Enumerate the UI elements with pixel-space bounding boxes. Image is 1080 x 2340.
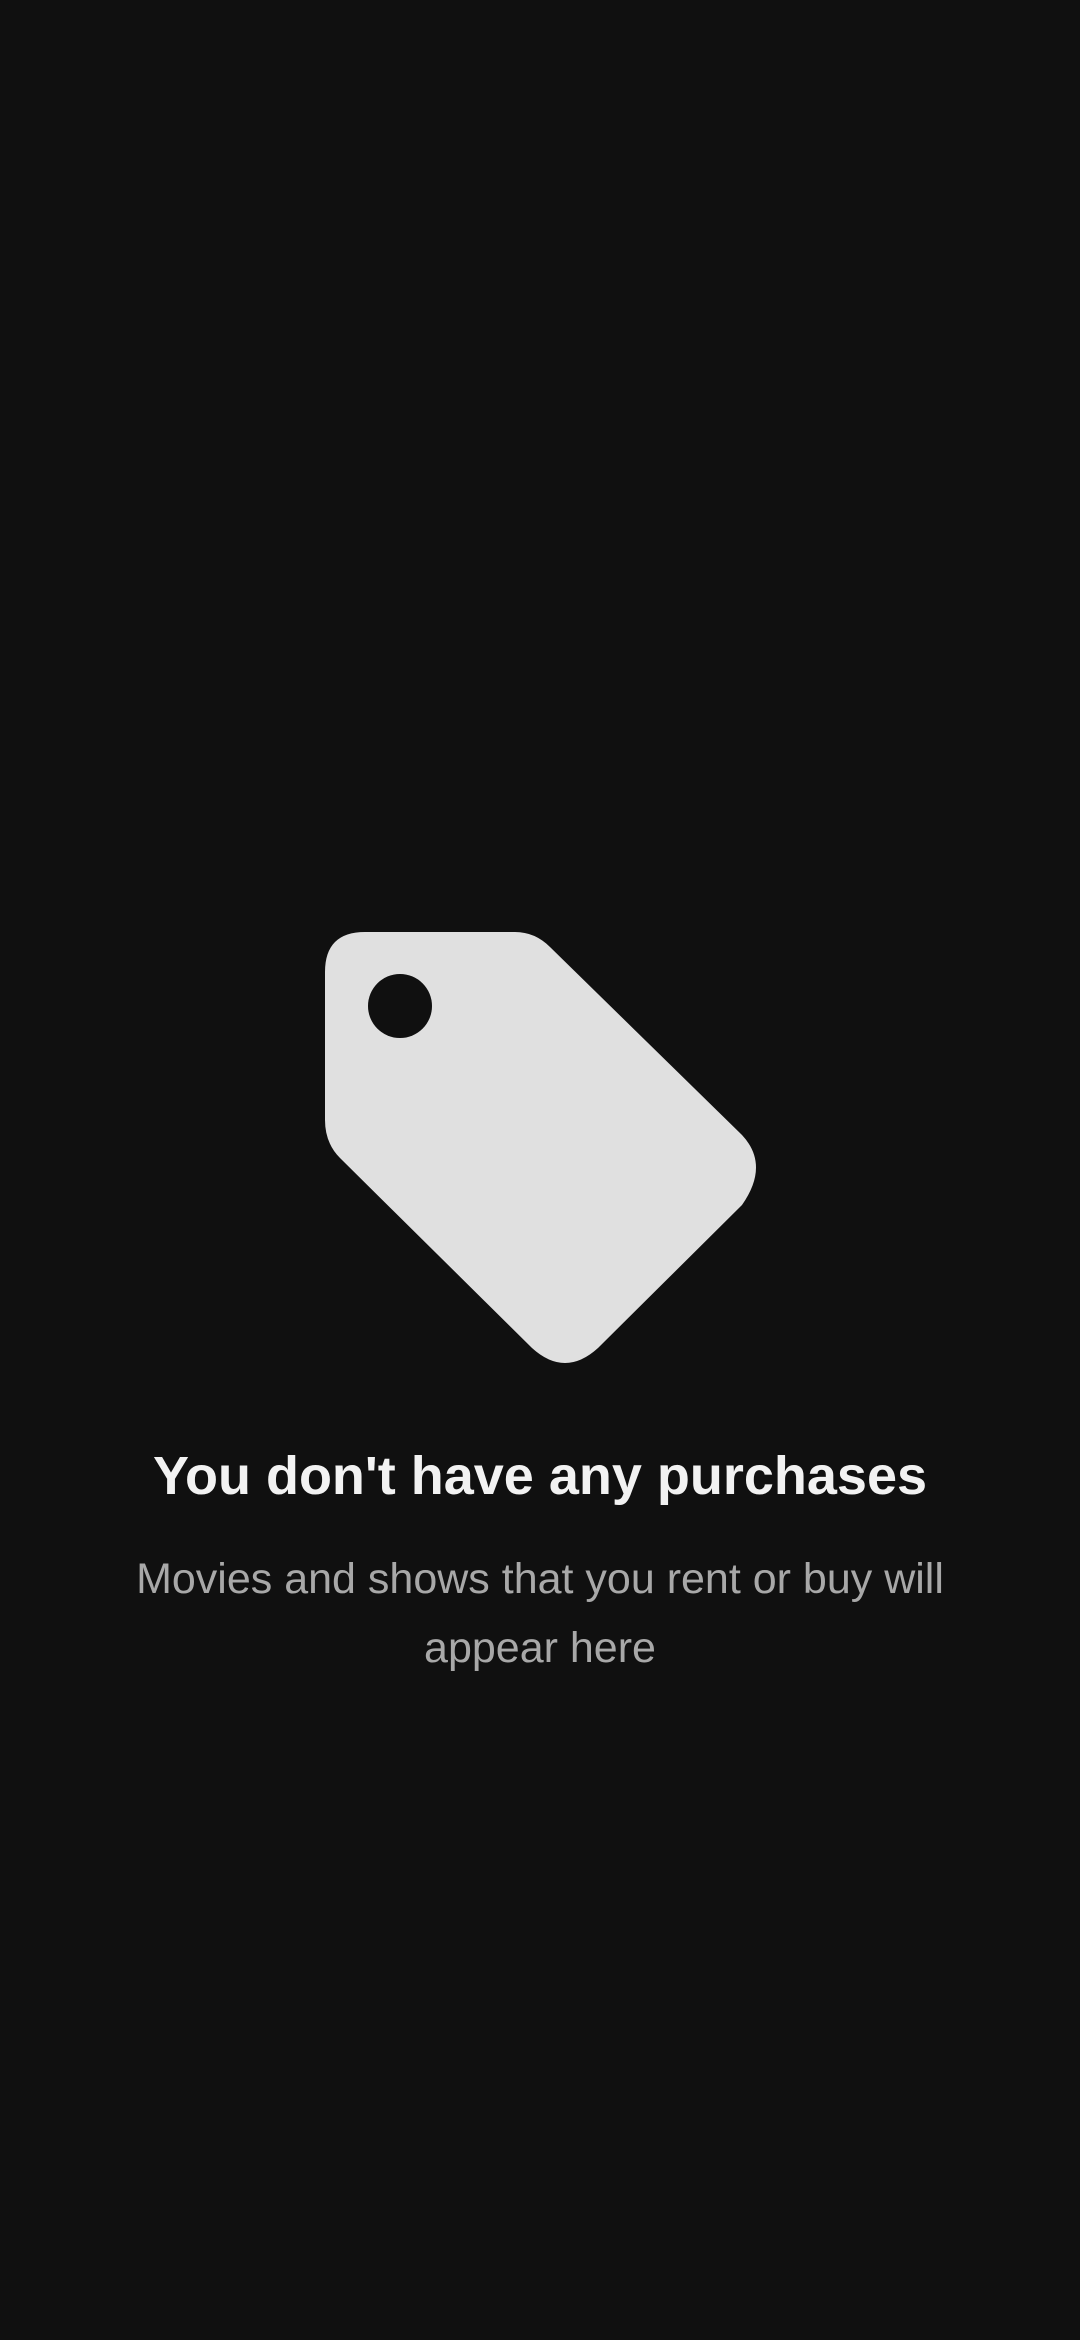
price-tag-icon: [325, 932, 756, 1363]
empty-state-subtitle: Movies and shows that you rent or buy wi…: [136, 1555, 944, 1672]
empty-state-title: You don't have any purchases: [152, 1446, 928, 1506]
